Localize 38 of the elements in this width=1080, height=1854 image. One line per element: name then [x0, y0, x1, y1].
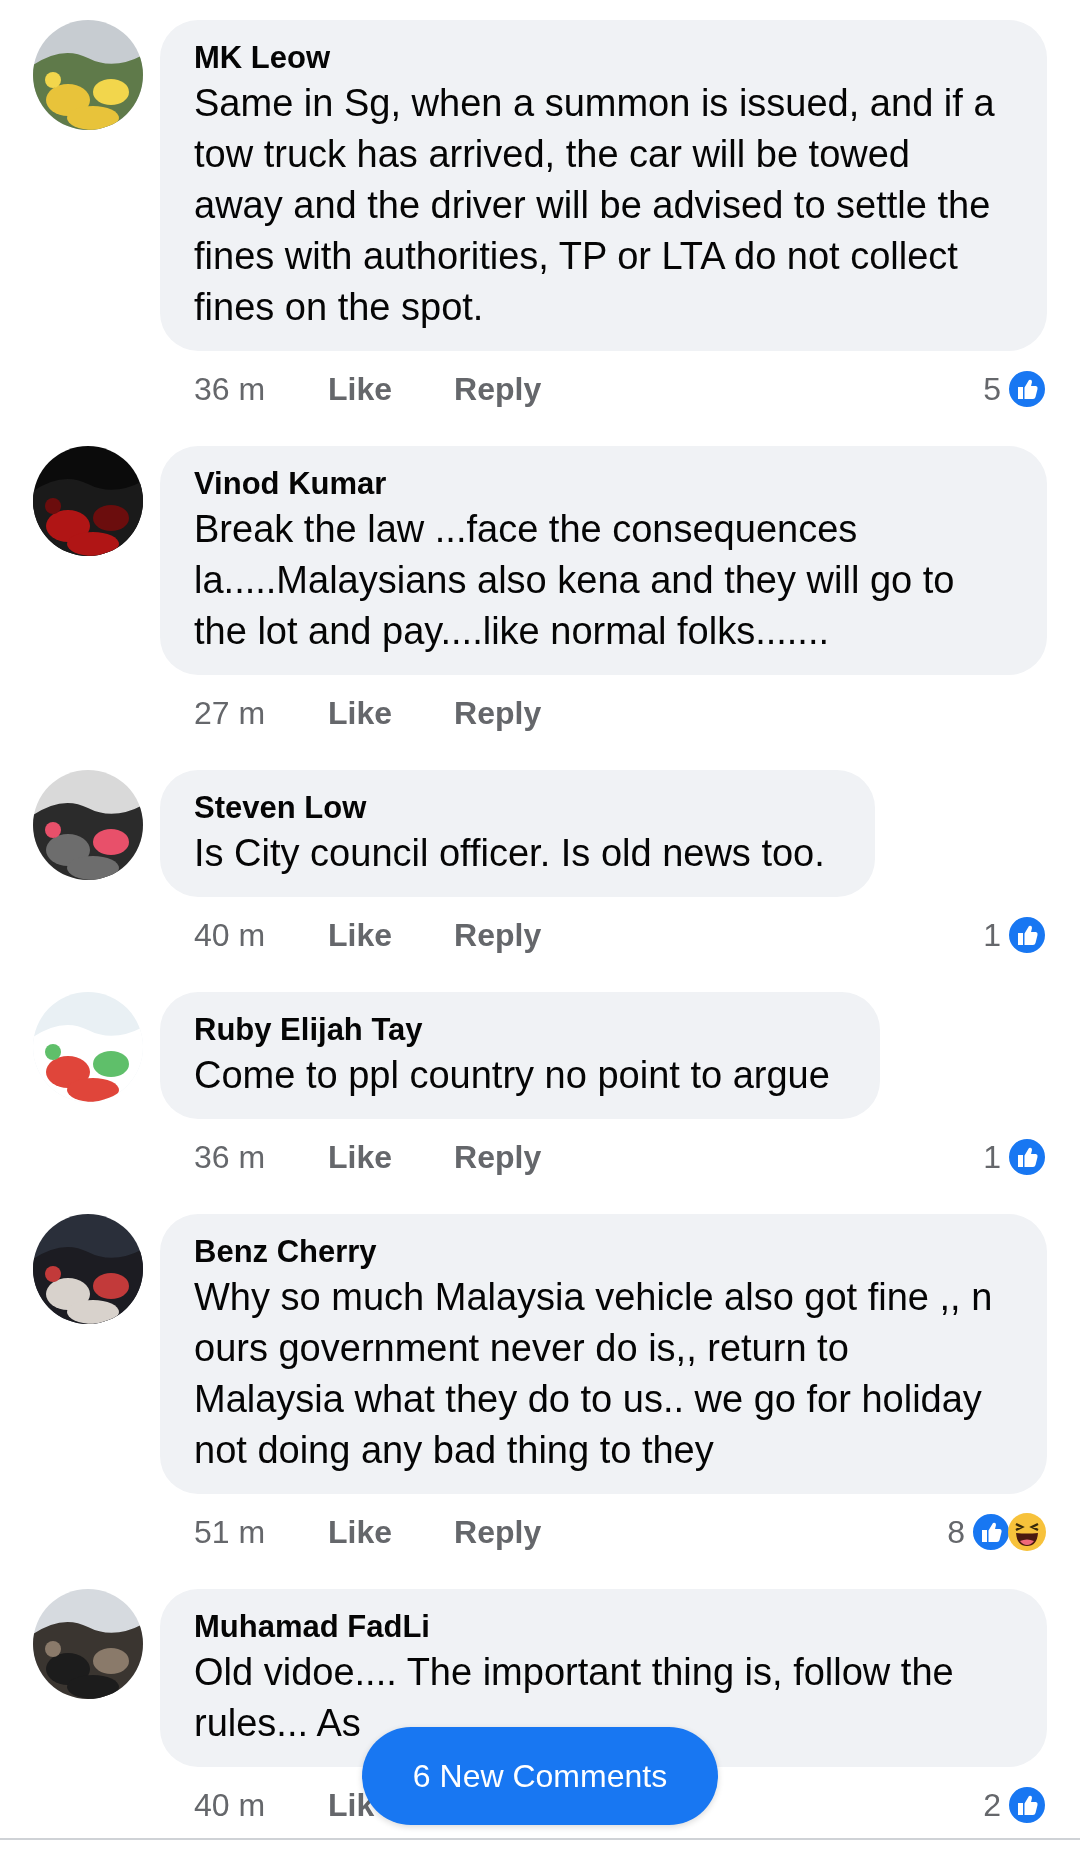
comment-text: Is City council officer. Is old news too. — [194, 831, 825, 876]
comment-text: Why so much Malaysia vehicle also got fine ,, n ours government never do is,, return to Malaysia what they do to us.. we go for holiday not doing any bad thing to they — [194, 1275, 994, 1473]
reply-button[interactable]: Reply — [454, 1138, 542, 1176]
comment-text: Come to ppl country no point to argue — [194, 1053, 830, 1098]
like-button[interactable]: Like — [328, 916, 393, 954]
author-name[interactable]: Steven Low — [194, 788, 825, 828]
reply-button[interactable]: Reply — [454, 1513, 542, 1551]
reaction-count: 2 — [983, 1786, 1001, 1824]
reply-button[interactable]: Reply — [454, 916, 542, 954]
reply-button[interactable]: Reply — [454, 694, 542, 732]
like-icon — [1007, 915, 1047, 955]
author-name[interactable]: Vinod Kumar — [194, 464, 997, 504]
reaction-count: 1 — [983, 916, 1001, 954]
reaction-count: 1 — [983, 1138, 1001, 1176]
like-button[interactable]: Like — [328, 1138, 393, 1176]
comment-text: Same in Sg, when a summon is issued, and if a tow truck has arrived, the car will be towed away and the driver will be advised to settle the fines with authorities, TP or LTA do not collect fines on the spot. — [194, 81, 996, 330]
like-icon — [971, 1512, 1011, 1552]
author-name[interactable]: Benz Cherry — [194, 1232, 997, 1272]
like-icon — [1007, 1785, 1047, 1825]
like-button[interactable]: Like — [328, 694, 393, 732]
like-icon — [1007, 369, 1047, 409]
comment-time: 27 m — [194, 694, 267, 732]
laughing-face-icon — [1007, 1512, 1047, 1552]
reply-button[interactable]: Reply — [454, 370, 542, 408]
author-name[interactable]: Muhamad FadLi — [194, 1607, 997, 1647]
comment-time: 51 m — [194, 1513, 267, 1551]
reaction-count: 8 — [947, 1513, 965, 1551]
author-name[interactable]: Ruby Elijah Tay — [194, 1010, 830, 1050]
like-button[interactable]: Like — [328, 370, 393, 408]
like-icon — [1007, 1137, 1047, 1177]
author-name[interactable]: MK Leow — [194, 38, 997, 78]
like-button[interactable]: Like — [328, 1513, 393, 1551]
comment-time: 40 m — [194, 1786, 267, 1824]
comment-time: 40 m — [194, 916, 267, 954]
comment-time: 36 m — [194, 370, 267, 408]
reaction-count: 5 — [983, 370, 1001, 408]
comment-time: 36 m — [194, 1138, 267, 1176]
comment-text: Break the law ...face the consequences la.....Malaysians also kena and they will go to the lot and pay....like normal folks....... — [194, 507, 956, 654]
